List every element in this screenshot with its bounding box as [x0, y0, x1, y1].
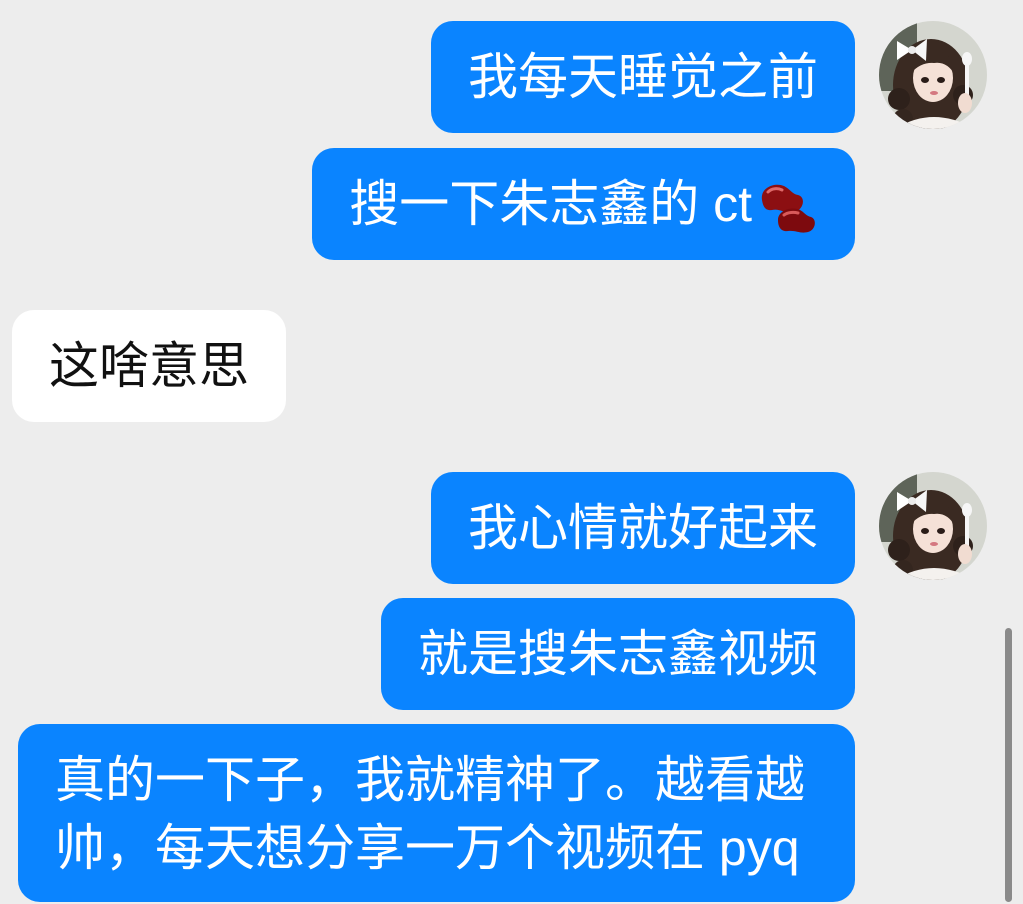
user-avatar-photo-icon — [879, 21, 987, 129]
message-text: 就是搜朱志鑫视频 — [418, 626, 818, 682]
message-text: 这啥意思 — [49, 338, 249, 394]
message-bubble[interactable]: 我心情就好起来 — [431, 472, 855, 584]
kidney-bean-emoji-icon — [761, 184, 815, 233]
message-text: 我每天睡觉之前 — [468, 49, 818, 105]
message-bubble[interactable]: 就是搜朱志鑫视频 — [381, 598, 855, 710]
message-bubble[interactable]: 真的一下子，我就精神了。越看越帅，每天想分享一万个视频在 pyq — [18, 724, 855, 902]
self-avatar[interactable] — [879, 21, 987, 129]
message-bubble[interactable]: 这啥意思 — [12, 310, 286, 422]
self-avatar[interactable] — [879, 472, 987, 580]
message-text: 搜一下朱志鑫的 ct — [349, 176, 752, 232]
chat-screen: 我每天睡觉之前 搜一下朱志鑫的 ct 这啥意思 我心情就好起来 就是搜朱志鑫视频… — [0, 0, 1023, 904]
user-avatar-photo-icon — [879, 472, 987, 580]
message-bubble[interactable]: 我每天睡觉之前 — [431, 21, 855, 133]
message-text: 真的一下子，我就精神了。越看越帅，每天想分享一万个视频在 pyq — [55, 752, 805, 876]
vertical-scrollbar[interactable] — [1005, 628, 1012, 902]
message-bubble[interactable]: 搜一下朱志鑫的 ct — [312, 148, 855, 260]
message-text: 我心情就好起来 — [468, 500, 818, 556]
